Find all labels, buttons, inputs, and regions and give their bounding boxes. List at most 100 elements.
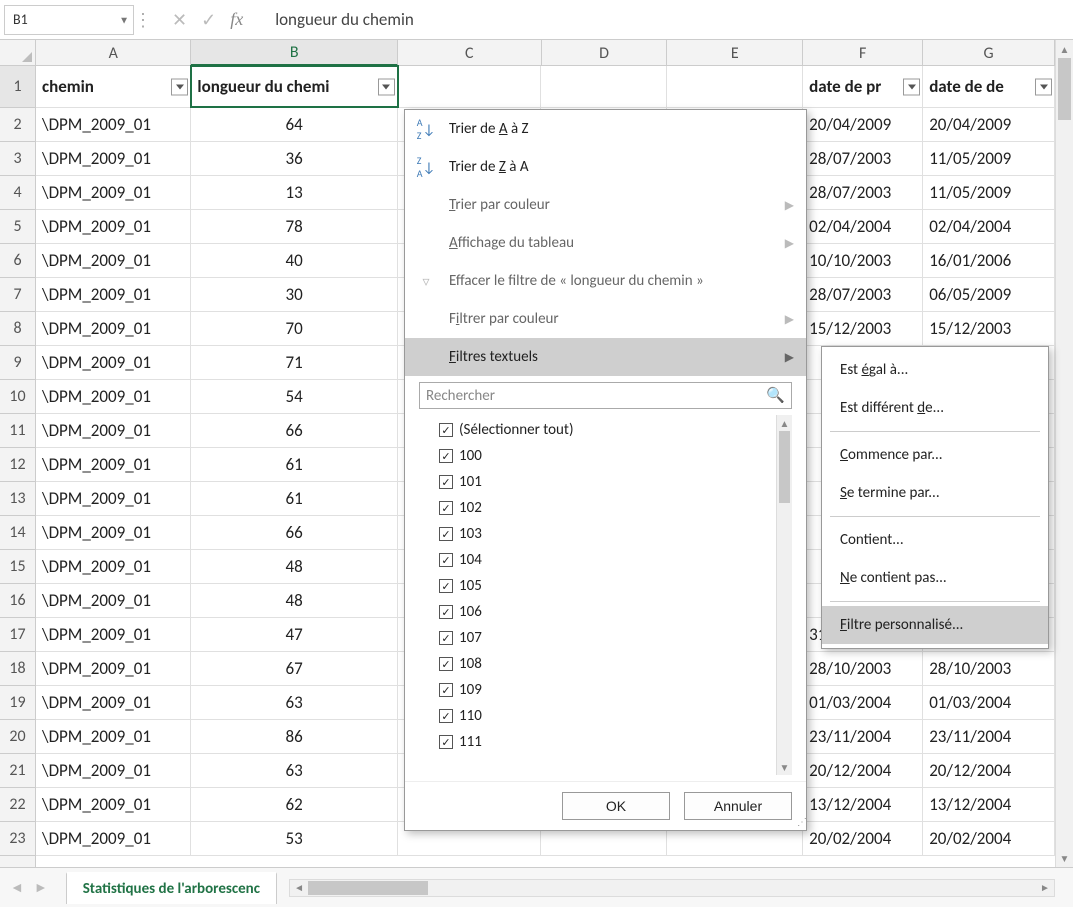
ok-button[interactable]: OK [562,792,670,820]
filter-button[interactable] [171,78,188,95]
filter-value-item[interactable]: ✓100 [437,443,776,469]
scroll-down-icon[interactable]: ▼ [1056,849,1073,867]
filter-value-item[interactable]: ✓108 [437,651,776,677]
filter-value-item[interactable]: ✓109 [437,677,776,703]
cell[interactable]: \DPM_2009_01 [36,346,191,379]
cell[interactable]: \DPM_2009_01 [36,244,191,277]
cell[interactable]: 67 [191,652,397,685]
cell[interactable]: 10/10/2003 [803,244,923,277]
cancel-icon[interactable]: ✕ [172,9,187,31]
filter-value-list[interactable]: ✓(Sélectionner tout)✓100✓101✓102✓103✓104… [437,415,776,775]
row-header[interactable]: 7 [0,278,35,312]
cell[interactable]: 20/12/2004 [803,754,923,787]
cell[interactable]: \DPM_2009_01 [36,414,191,447]
header-cell-D[interactable] [541,66,667,107]
row-header[interactable]: 5 [0,210,35,244]
cell[interactable]: 23/11/2004 [803,720,923,753]
header-cell-E[interactable] [667,66,803,107]
cell[interactable]: \DPM_2009_01 [36,686,191,719]
cell[interactable]: \DPM_2009_01 [36,516,191,549]
cell[interactable]: 40 [191,244,397,277]
col-header-B[interactable]: B [191,40,398,66]
cell[interactable]: 63 [191,754,397,787]
cell[interactable]: 15/12/2003 [923,312,1055,345]
filter-button[interactable] [378,78,395,95]
row-header[interactable]: 20 [0,720,35,754]
col-header-D[interactable]: D [542,40,668,66]
filter-color-item[interactable]: Filtrer par couleur ▶ [405,300,806,338]
cell[interactable]: \DPM_2009_01 [36,108,191,141]
row-header[interactable]: 6 [0,244,35,278]
row-header[interactable]: 3 [0,142,35,176]
filter-value-item[interactable]: ✓103 [437,521,776,547]
cell[interactable]: 70 [191,312,397,345]
row-header[interactable]: 12 [0,448,35,482]
cell[interactable]: \DPM_2009_01 [36,652,191,685]
filter-value-item[interactable]: ✓110 [437,703,776,729]
cell[interactable]: 02/04/2004 [803,210,923,243]
cell[interactable]: 13/12/2004 [923,788,1055,821]
horizontal-scrollbar[interactable]: ◄ ► [289,879,1055,897]
row-header[interactable]: 13 [0,482,35,516]
sort-color-item[interactable]: Trier par couleur ▶ [405,186,806,224]
cell[interactable]: 20/02/2004 [803,822,923,855]
clear-filter-item[interactable]: ▿ Effacer le filtre de « longueur du che… [405,262,806,300]
filter-value-item[interactable]: ✓106 [437,599,776,625]
not-contains-item[interactable]: Ne contient pas... [822,559,1048,597]
custom-filter-item[interactable]: Filtre personnalisé... [822,606,1048,644]
cell[interactable]: \DPM_2009_01 [36,618,191,651]
scroll-up-icon[interactable]: ▲ [1056,40,1073,58]
resize-handle-icon[interactable]: ⋰ [797,815,804,828]
cell[interactable]: 61 [191,448,397,481]
cell[interactable]: 54 [191,380,397,413]
cell[interactable]: 15/12/2003 [803,312,923,345]
cell[interactable]: \DPM_2009_01 [36,210,191,243]
vertical-scrollbar[interactable]: ▲ ▼ [1055,40,1073,867]
cell[interactable]: 63 [191,686,397,719]
filter-list-scrollbar[interactable]: ▲ ▼ [776,415,792,775]
row-header[interactable]: 22 [0,788,35,822]
cell[interactable]: \DPM_2009_01 [36,584,191,617]
not-equals-item[interactable]: Est différent de... [822,389,1048,427]
cell[interactable]: 71 [191,346,397,379]
cell[interactable]: 13/12/2004 [803,788,923,821]
cell[interactable]: 20/04/2009 [923,108,1055,141]
col-header-A[interactable]: A [36,40,191,66]
row-header[interactable]: 8 [0,312,35,346]
list-scroll-up-icon[interactable]: ▲ [777,415,792,431]
filter-value-item[interactable]: ✓101 [437,469,776,495]
ends-with-item[interactable]: Se termine par... [822,474,1048,512]
cell[interactable]: 11/05/2009 [923,142,1055,175]
cell[interactable]: 20/12/2004 [923,754,1055,787]
cell[interactable]: 66 [191,516,397,549]
header-cell-A[interactable]: chemin [36,66,191,107]
row-header[interactable]: 9 [0,346,35,380]
cell[interactable]: 62 [191,788,397,821]
col-header-E[interactable]: E [667,40,803,66]
cell[interactable]: \DPM_2009_01 [36,278,191,311]
cell[interactable]: 01/03/2004 [923,686,1055,719]
select-all-triangle[interactable] [0,40,36,66]
equals-item[interactable]: Est égal à... [822,351,1048,389]
select-all-item[interactable]: ✓(Sélectionner tout) [437,417,776,443]
col-header-F[interactable]: F [803,40,923,66]
row-header[interactable]: 2 [0,108,35,142]
cell[interactable]: \DPM_2009_01 [36,482,191,515]
row-header[interactable]: 4 [0,176,35,210]
cell[interactable]: \DPM_2009_01 [36,176,191,209]
cell[interactable]: \DPM_2009_01 [36,312,191,345]
cell[interactable]: 16/01/2006 [923,244,1055,277]
sheet-tab[interactable]: Statistiques de l'arborescenc [66,872,277,904]
col-header-C[interactable]: C [398,40,542,66]
cell[interactable]: 28/10/2003 [923,652,1055,685]
cell[interactable]: 36 [191,142,397,175]
scroll-right-icon[interactable]: ► [1036,881,1054,894]
cell[interactable]: 06/05/2009 [923,278,1055,311]
row-header[interactable]: 10 [0,380,35,414]
cell[interactable]: 01/03/2004 [803,686,923,719]
cell[interactable]: 13 [191,176,397,209]
filter-button[interactable] [903,78,920,95]
cell[interactable]: 28/07/2003 [803,278,923,311]
cell[interactable]: 64 [191,108,397,141]
row-header[interactable]: 16 [0,584,35,618]
